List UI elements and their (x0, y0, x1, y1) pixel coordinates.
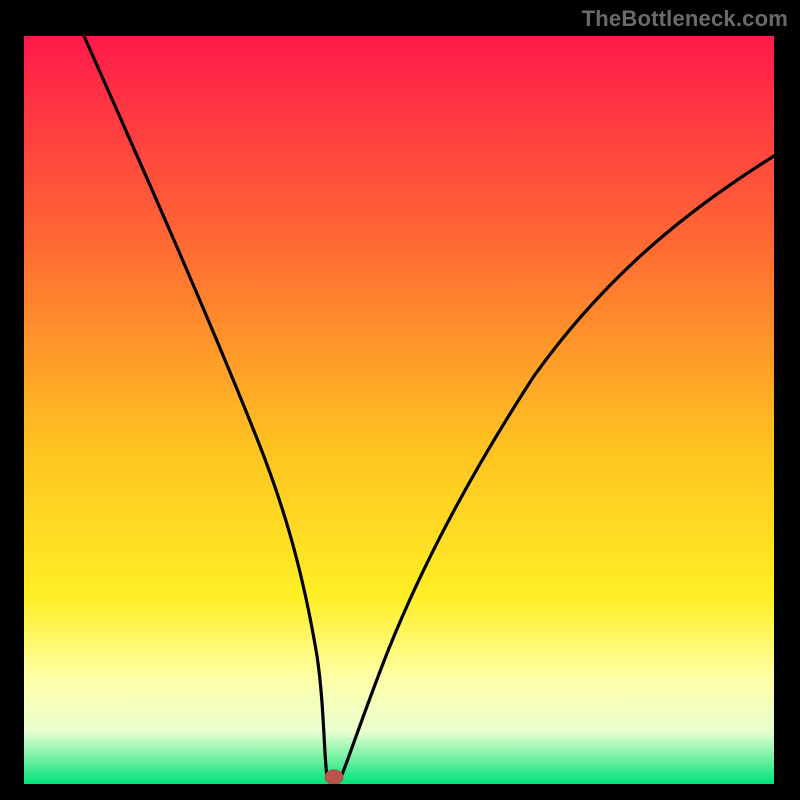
bottleneck-chart (24, 36, 774, 784)
optimum-marker (325, 770, 343, 784)
watermark-text: TheBottleneck.com (582, 6, 788, 32)
chart-container: TheBottleneck.com (0, 0, 800, 800)
gradient-background (24, 36, 774, 784)
